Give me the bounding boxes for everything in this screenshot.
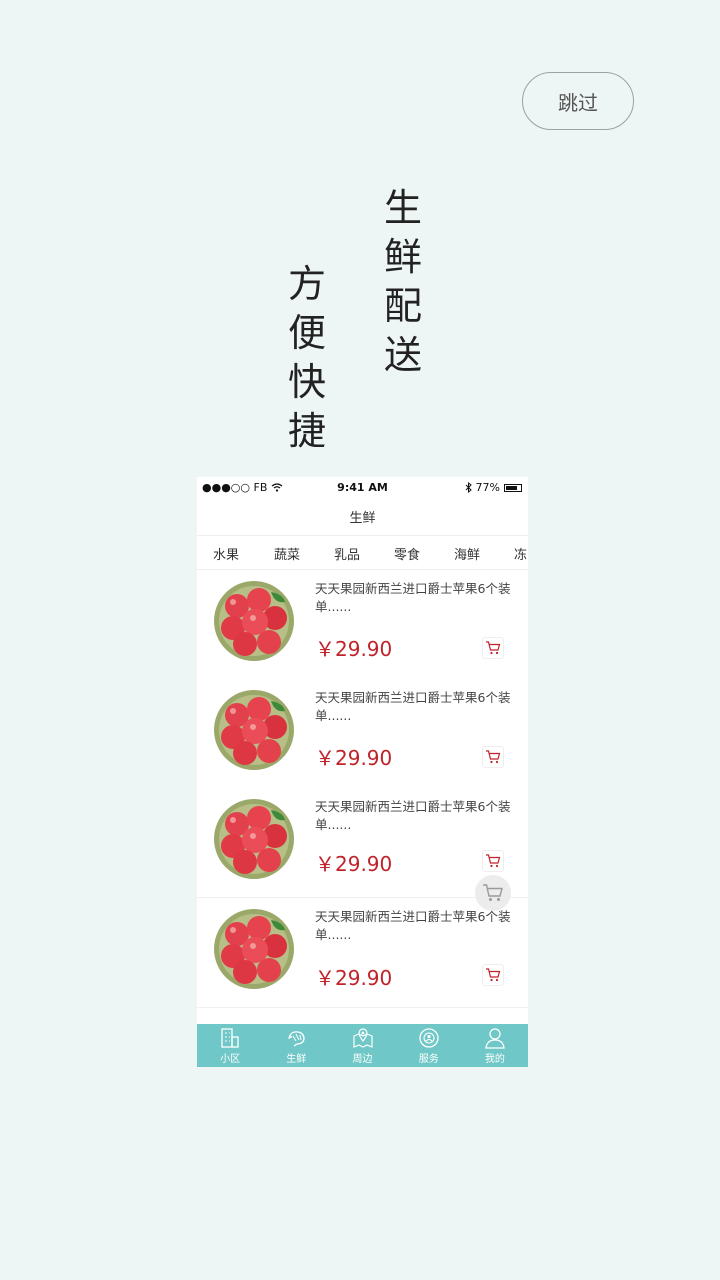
user-icon (485, 1028, 505, 1049)
product-price: ￥29.90 (315, 966, 393, 990)
tab-label: 服务 (418, 1054, 439, 1065)
tab-service[interactable]: 服务 (396, 1024, 462, 1067)
category-frozen[interactable]: 冻 (514, 544, 527, 563)
product-item[interactable]: 天天果园新西兰进口爵士苹果6个装单...... ￥29.90 (197, 898, 528, 1008)
add-to-cart-button[interactable] (482, 850, 504, 872)
category-fruit[interactable]: 水果 (213, 544, 239, 563)
building-icon (221, 1028, 239, 1048)
cart-icon (486, 750, 501, 764)
product-price: ￥29.90 (315, 637, 393, 661)
map-pin-icon (352, 1028, 373, 1048)
bluetooth-icon (465, 482, 472, 493)
tab-label: 小区 (220, 1054, 241, 1065)
category-tabs: 水果 蔬菜 乳品 零食 海鲜 冻 (197, 535, 528, 570)
product-title: 天天果园新西兰进口爵士苹果6个装单...... (315, 581, 511, 614)
apple-plate-image (214, 909, 294, 989)
tab-label: 周边 (352, 1054, 373, 1065)
tab-community[interactable]: 小区 (197, 1024, 263, 1067)
status-bar: ●●●○○ FB 9:41 AM 77% (197, 477, 528, 497)
cart-icon (486, 968, 501, 982)
floating-cart-button[interactable] (475, 875, 511, 911)
slogan-fresh-delivery: 生 鲜 配 送 (383, 186, 422, 377)
category-snack[interactable]: 零食 (394, 544, 420, 563)
bottom-tab-bar: 小区 生鲜 周边 服务 我的 (197, 1024, 528, 1067)
category-vegetable[interactable]: 蔬菜 (274, 544, 300, 563)
product-title: 天天果园新西兰进口爵士苹果6个装单...... (315, 799, 511, 832)
apple-plate-image (214, 690, 294, 770)
cart-icon (486, 641, 501, 655)
tab-label: 生鲜 (286, 1054, 307, 1065)
battery-percent: 77% (475, 481, 500, 494)
tab-label: 我的 (484, 1054, 505, 1065)
category-dairy[interactable]: 乳品 (334, 544, 360, 563)
product-item[interactable]: 天天果园新西兰进口爵士苹果6个装单...... ￥29.90 (197, 570, 528, 680)
page-title: 生鲜 (197, 497, 528, 536)
tab-profile[interactable]: 我的 (462, 1024, 528, 1067)
add-to-cart-button[interactable] (482, 964, 504, 986)
tab-nearby[interactable]: 周边 (329, 1024, 395, 1067)
cart-icon (483, 884, 503, 901)
category-seafood[interactable]: 海鲜 (454, 544, 480, 563)
cart-icon (486, 854, 501, 868)
tab-fresh[interactable]: 生鲜 (263, 1024, 329, 1067)
product-title: 天天果园新西兰进口爵士苹果6个装单...... (315, 690, 511, 723)
slogan-convenient-fast: 方 便 快 捷 (287, 262, 326, 453)
apple-plate-image (214, 581, 294, 661)
battery-icon (504, 483, 522, 492)
phone-preview: ●●●○○ FB 9:41 AM 77% 生鲜 水果 蔬菜 乳品 零食 海鲜 冻… (197, 477, 528, 1067)
shrimp-icon (288, 1031, 305, 1047)
skip-button[interactable]: 跳过 (522, 72, 634, 130)
product-title: 天天果园新西兰进口爵士苹果6个装单...... (315, 909, 511, 942)
product-item[interactable]: 天天果园新西兰进口爵士苹果6个装单...... ￥29.90 (197, 679, 528, 789)
service-icon (419, 1028, 439, 1048)
product-price: ￥29.90 (315, 852, 393, 876)
apple-plate-image (214, 799, 294, 879)
add-to-cart-button[interactable] (482, 746, 504, 768)
product-price: ￥29.90 (315, 746, 393, 770)
add-to-cart-button[interactable] (482, 637, 504, 659)
